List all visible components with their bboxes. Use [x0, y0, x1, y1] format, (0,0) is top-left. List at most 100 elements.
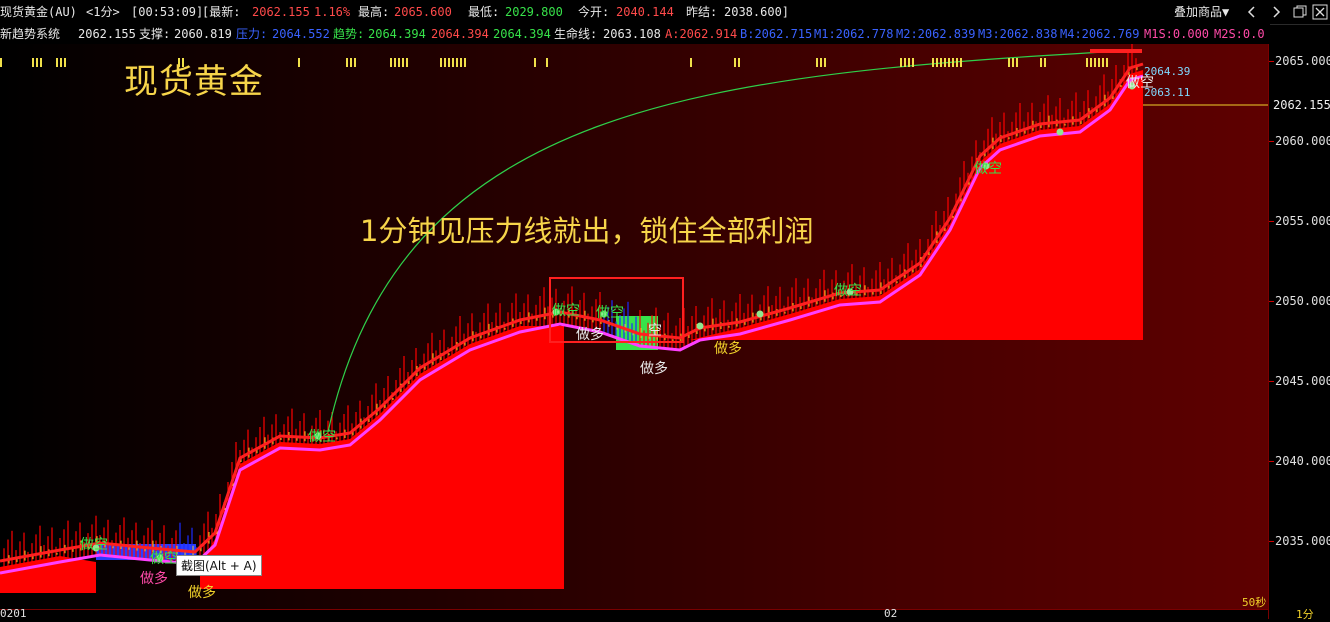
axis-tick-mark: [1269, 381, 1274, 382]
signal-tick: [346, 58, 348, 67]
axis-tick-mark: [1269, 141, 1274, 142]
high-label: 最高:: [358, 5, 390, 19]
symbol-name[interactable]: 现货黄金(AU): [0, 0, 77, 24]
axis-tick: 2045.000: [1275, 374, 1330, 388]
signal-tick: [60, 58, 62, 67]
signal-tick: [734, 58, 736, 67]
signal-tick: [820, 58, 822, 67]
signal-tick: [948, 58, 950, 67]
signal-long: 做多: [140, 571, 168, 587]
trend-value: 2064.394: [368, 27, 426, 41]
axis-tick-mark: [1269, 541, 1274, 542]
time-label: 02: [884, 607, 898, 620]
low-value: 2029.800: [505, 5, 563, 19]
axis-tick-mark: [1269, 301, 1274, 302]
signal-dot: [696, 322, 704, 330]
price-axis: 2065.000 2060.000 2055.000 2050.000 2045…: [1268, 44, 1330, 619]
axis-tick: 2055.000: [1275, 214, 1330, 228]
trend-label: 趋势:: [333, 27, 365, 41]
signal-tick: [444, 58, 446, 67]
signal-tick: [464, 58, 466, 67]
signal-tick: [824, 58, 826, 67]
signal-tick: [460, 58, 462, 67]
refresh-interval: 50秒: [1242, 596, 1267, 609]
support-value: 2060.819: [174, 27, 232, 41]
restore-window-icon[interactable]: [1292, 4, 1308, 20]
bull-area: [690, 70, 1143, 340]
axis-tick: 2060.000: [1275, 134, 1330, 148]
time-label: 0201: [0, 607, 27, 620]
ma-m3: M3:2062.838: [978, 27, 1058, 41]
signal-tick: [904, 58, 906, 67]
overlay-symbol-button[interactable]: 叠加商品▼: [1174, 3, 1229, 21]
signal-dot: [756, 310, 764, 318]
signal-tick: [394, 58, 396, 67]
signal-tick: [0, 58, 2, 67]
signal-tick: [64, 58, 66, 67]
signal-tick: [1044, 58, 1046, 67]
arrow-right-icon[interactable]: [1268, 4, 1284, 20]
open-label: 今开:: [578, 5, 610, 19]
close-icon[interactable]: [1312, 4, 1328, 20]
time-axis: 0201 02: [0, 607, 1268, 620]
signal-tick: [1012, 58, 1014, 67]
signal-tick: [1106, 58, 1108, 67]
signal-tick: [402, 58, 404, 67]
ma-m1: M1:2062.778: [814, 27, 894, 41]
indicator-name[interactable]: 新趋势系统: [0, 24, 60, 44]
current-price-tag: 2062.155: [1273, 98, 1330, 112]
signal-tick: [32, 58, 34, 67]
prev-settle-value: 2038.600]: [724, 5, 790, 19]
signal-tick: [1094, 58, 1096, 67]
signal-tick: [440, 58, 442, 67]
high-value: 2065.600: [394, 5, 452, 19]
signal-tick: [1086, 58, 1088, 67]
signal-tick: [534, 58, 536, 67]
prev-settle-label: 昨结:: [686, 5, 718, 19]
signal-tick: [390, 58, 392, 67]
screenshot-tooltip: 截图(Alt + A): [176, 555, 262, 576]
signal-tick: [406, 58, 408, 67]
low-label: 最低:: [468, 5, 500, 19]
signal-short: 做空: [596, 305, 624, 321]
signal-tick: [452, 58, 454, 67]
chart-title: 现货黄金: [124, 62, 264, 102]
signal-tick: [952, 58, 954, 67]
change-pct: 1.16%: [314, 5, 351, 19]
axis-tick-mark: [1269, 221, 1274, 222]
signal-tick: [956, 58, 958, 67]
ma-m1s: M1S:0.000: [1144, 27, 1210, 41]
signal-short: 做空: [974, 161, 1002, 177]
axis-tick: 2035.000: [1275, 534, 1330, 548]
trading-terminal: 现货黄金(AU) <1分> [00:53:09] [最新: 2062.155 1…: [0, 0, 1330, 622]
signal-tick: [940, 58, 942, 67]
signal-long: 做多: [640, 361, 668, 377]
latest-label: [最新:: [202, 5, 241, 19]
indicator-bar: 新趋势系统 2062.155 支撑: 2060.819 压力: 2064.552…: [0, 24, 1270, 44]
period-label[interactable]: <1分>: [86, 0, 120, 24]
clock-time: [00:53:09]: [131, 5, 204, 19]
signal-tick: [932, 58, 934, 67]
signal-short: 做空: [150, 551, 178, 567]
signal-tick: [546, 58, 548, 67]
ma-m4: M4:2062.769: [1060, 27, 1140, 41]
ma-b: B:2062.715: [740, 27, 813, 41]
signal-tick: [1090, 58, 1092, 67]
open-value: 2040.144: [616, 5, 674, 19]
signal-tick: [944, 58, 946, 67]
signal-tick: [912, 58, 914, 67]
price-chart[interactable]: 现货黄金 1分钟见压力线就出，锁住全部利润 2064.39 2063.11 做空…: [0, 44, 1268, 609]
pressure-label: 压力:: [236, 27, 268, 41]
signal-short: 做空: [834, 283, 862, 299]
signal-tick: [456, 58, 458, 67]
life-line-label: 生命线:: [554, 27, 598, 41]
arrow-left-icon[interactable]: [1244, 4, 1260, 20]
axis-tick-mark: [1269, 461, 1274, 462]
signal-tick: [900, 58, 902, 67]
signal-short: 做空: [552, 303, 580, 319]
life-line-value: 2063.108: [603, 27, 661, 41]
signal-tick: [1040, 58, 1042, 67]
chart-canvas: [0, 44, 1268, 593]
period-unit[interactable]: 1分: [1296, 606, 1314, 622]
signal-tick: [936, 58, 938, 67]
